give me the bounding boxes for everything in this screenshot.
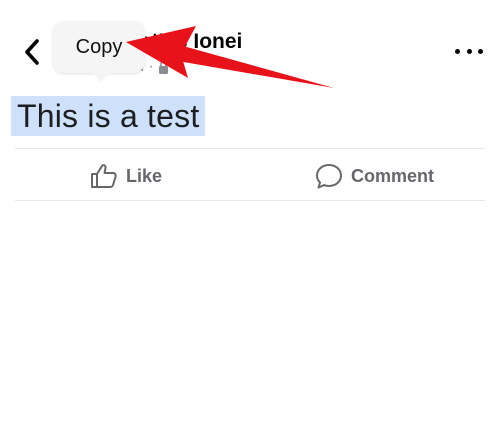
post-text-selected[interactable]: This is a test bbox=[11, 96, 206, 136]
more-options-button[interactable] bbox=[455, 44, 483, 58]
copy-label: Copy bbox=[75, 35, 123, 58]
chevron-left-icon bbox=[25, 39, 39, 65]
back-button[interactable] bbox=[20, 36, 44, 68]
like-button[interactable]: Like bbox=[90, 160, 162, 192]
post-author-name[interactable]: estMc Ionei bbox=[128, 30, 242, 54]
comment-button[interactable]: Comment bbox=[315, 160, 434, 192]
divider bbox=[15, 148, 485, 149]
like-label: Like bbox=[126, 165, 163, 186]
thumbs-up-icon bbox=[91, 164, 117, 188]
comment-label: Comment bbox=[351, 165, 435, 186]
divider bbox=[15, 200, 485, 201]
copy-menu-item[interactable]: Copy bbox=[53, 21, 145, 82]
comment-bubble-icon bbox=[316, 164, 342, 189]
more-dots-icon bbox=[455, 48, 460, 54]
lock-icon bbox=[158, 60, 168, 74]
